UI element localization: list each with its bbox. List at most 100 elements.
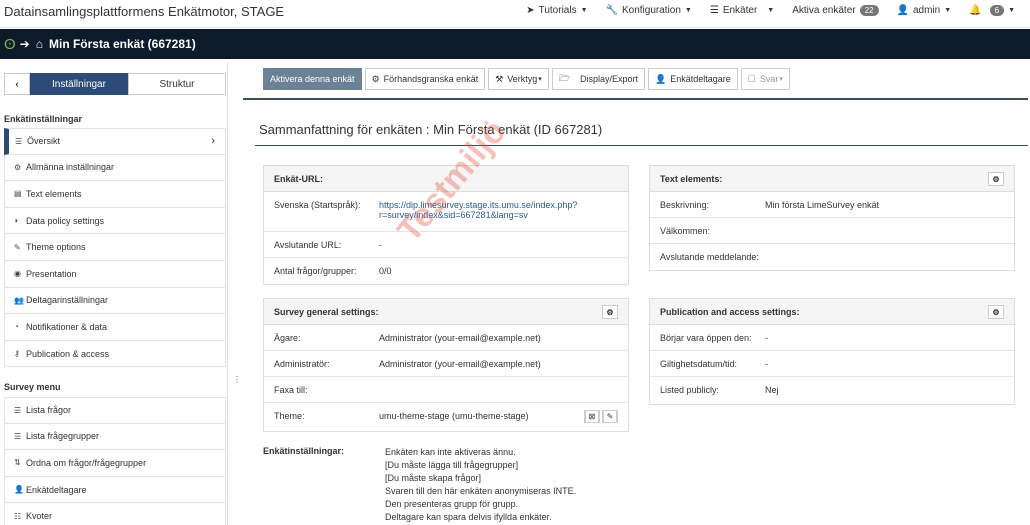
tools-dropdown-button[interactable]: ⚒ Verktyg ▾ xyxy=(488,68,549,90)
list-icon: ☰ xyxy=(709,5,719,16)
start-date-value: - xyxy=(765,332,768,343)
edit-text-elements-button[interactable]: ⚙ xyxy=(988,172,1004,186)
sidebar-item-presentation[interactable]: ◉ Presentation xyxy=(4,260,226,288)
theme-editor-button[interactable]: ✎ xyxy=(602,410,618,423)
tutorials-menu[interactable]: ➤ Tutorials ▼ xyxy=(517,5,596,16)
sidebar-item-label: Allmänna inställningar xyxy=(26,162,115,173)
sidebar-item-notifikationer[interactable]: ◔ Notifikationer & data xyxy=(4,314,226,341)
sidebar-item-oversikt[interactable]: ☰ Översikt › xyxy=(4,128,226,155)
list-icon: ☰ xyxy=(14,405,22,415)
summary-line: [Du måste skapa frågor] xyxy=(385,473,482,483)
admin-value: Administrator (your-email@example.net) xyxy=(379,358,541,369)
list-icon: ☰ xyxy=(14,431,22,441)
responses-icon: ☐ xyxy=(747,73,756,84)
caret-down-icon: ▾ xyxy=(538,76,542,83)
edit-publication-button[interactable]: ⚙ xyxy=(988,305,1004,319)
theme-row: Theme: umu-theme-stage (umu-theme-stage)… xyxy=(264,403,628,429)
konfiguration-menu[interactable]: 🔧 Konfiguration ▼ xyxy=(597,5,701,16)
description-label: Beskrivning: xyxy=(660,199,710,210)
chevron-left-icon: ‹ xyxy=(15,78,19,90)
listed-publicly-label: Listed publicly: xyxy=(660,385,720,395)
gears-icon: ⚙ xyxy=(14,162,22,172)
edit-general-settings-button[interactable]: ⚙ xyxy=(602,305,618,319)
sidebar-item-enkatdeltagare[interactable]: 👤 Enkätdeltagare xyxy=(4,476,226,504)
admin-menu[interactable]: 👤 admin ▼ xyxy=(888,5,961,16)
sidebar-item-kvoter[interactable]: ☷ Kvoter xyxy=(4,503,226,525)
panel-heading: Survey general settings: ⚙ xyxy=(264,299,628,325)
edit-icon: ⊠ xyxy=(585,410,599,423)
sidebar-item-lista-fragegrupper[interactable]: ☰ Lista frågegrupper xyxy=(4,423,226,451)
theme-options-button[interactable]: ⊠ xyxy=(584,410,600,423)
tools-label: Verktyg xyxy=(507,74,538,84)
eye-icon: ◉ xyxy=(14,269,21,279)
expiry-value: - xyxy=(765,358,768,369)
admin-row: Administratör: Administrator (your-email… xyxy=(264,351,628,377)
welcome-row: Välkommen: xyxy=(650,218,1014,244)
activate-survey-button[interactable]: Aktivera denna enkät xyxy=(263,68,362,90)
enkater-menu[interactable]: ☰ Enkäter ▼ xyxy=(701,5,783,16)
start-date-row: Börjar vara öppen den: - xyxy=(650,325,1014,351)
sidebar-item-publication[interactable]: ⚷ Publication & access xyxy=(4,340,226,368)
sidebar-item-allmanna[interactable]: ⚙ Allmänna inställningar xyxy=(4,154,226,182)
survey-title[interactable]: Min Första enkät (667281) xyxy=(49,37,196,51)
fax-row: Faxa till: xyxy=(264,377,628,403)
limesurvey-logo-icon[interactable]: ʘ xyxy=(4,36,16,53)
preview-label: Förhandsgranska enkät xyxy=(383,74,479,84)
home-icon[interactable]: ⌂ xyxy=(36,37,43,51)
cogs-icon: ⚙ xyxy=(992,174,1000,184)
caret-down-icon: ▼ xyxy=(580,7,588,14)
admin-label: admin xyxy=(912,5,941,16)
summary-line: [Du måste lägga till frågegrupper] xyxy=(385,460,519,470)
file-text-icon: ▤ xyxy=(14,189,22,199)
survey-settings-summary: Enkäten kan inte aktiveras ännu. [Du mås… xyxy=(385,446,576,524)
aktiva-count-badge: 22 xyxy=(859,5,879,16)
tab-settings[interactable]: Inställningar xyxy=(30,73,128,95)
user-icon: 👤 xyxy=(655,73,667,84)
sidebar-item-deltagare[interactable]: 👥 Deltagarinställningar xyxy=(4,287,226,315)
responses-dropdown-button[interactable]: ☐ Svar ▾ xyxy=(740,68,790,90)
summary-line: Svaren till den här enkäten anonymiseras… xyxy=(385,486,577,496)
sidebar-item-text-elements[interactable]: ▤ Text elements xyxy=(4,181,226,208)
notifications-menu[interactable]: 🔔 6 ▼ xyxy=(960,5,1024,16)
collapse-sidebar-button[interactable]: ‹ xyxy=(4,73,30,95)
aktiva-enkater-label: Aktiva enkäter xyxy=(792,5,856,16)
panel-heading-text: Publication and access settings: xyxy=(660,306,800,317)
aktiva-enkater-link[interactable]: Aktiva enkäter 22 xyxy=(783,5,887,16)
preview-survey-button[interactable]: ⚙ Förhandsgranska enkät xyxy=(364,68,486,90)
survey-toolbar: Aktivera denna enkät ⚙ Förhandsgranska e… xyxy=(263,68,790,90)
listed-publicly-value: Nej xyxy=(765,385,779,395)
welcome-label: Välkommen: xyxy=(660,225,711,236)
sidebar-item-label: Översikt xyxy=(27,136,61,147)
start-date-label: Börjar vara öppen den: xyxy=(660,332,752,343)
tab-structure[interactable]: Struktur xyxy=(128,73,226,95)
panel-heading-text: Text elements: xyxy=(660,173,723,184)
sidebar-item-ordna-om[interactable]: ⇅ Ordna om frågor/frågegrupper xyxy=(4,450,226,477)
sidebar-item-label: Ordna om frågor/frågegrupper xyxy=(26,457,147,468)
sidebar-resize-handle[interactable]: ⋮ xyxy=(233,375,241,384)
notifications-badge: 6 xyxy=(989,5,1005,16)
sidebar-item-theme-options[interactable]: ✎ Theme options xyxy=(4,234,226,261)
sidebar-item-label: Data policy settings xyxy=(26,215,105,226)
survey-settings-summary-label: Enkätinställningar: xyxy=(263,446,345,456)
display-export-button[interactable]: 🗁 Display/Export xyxy=(551,68,646,90)
listed-publicly-row: Listed publicly: Nej xyxy=(650,377,1014,403)
list-icon: ☰ xyxy=(15,136,23,146)
question-count-row: Antal frågor/grupper: 0/0 xyxy=(264,258,628,284)
chevron-right-icon: › xyxy=(211,135,215,148)
end-message-label: Avslutande meddelande: xyxy=(660,252,759,262)
sidebar-item-label: Text elements xyxy=(26,188,82,199)
sidebar-item-label: Publication & access xyxy=(26,348,110,359)
sidebar-item-lista-fragor[interactable]: ☰ Lista frågor xyxy=(4,397,226,424)
sidebar-item-data-policy[interactable]: ◗ Data policy settings xyxy=(4,207,226,235)
caret-down-icon: ▼ xyxy=(684,7,692,14)
brand-title[interactable]: Datainsamlingsplattformens Enkätmotor, S… xyxy=(4,4,284,19)
expiry-row: Giltighetsdatum/tid: - xyxy=(650,351,1014,377)
theme-actions: ⊠ ✎ xyxy=(584,410,618,423)
fax-label: Faxa till: xyxy=(274,384,308,395)
participants-button[interactable]: 👤 Enkätdeltagare xyxy=(648,68,738,90)
sort-icon: ⇅ xyxy=(14,458,21,468)
paint-brush-icon: ✎ xyxy=(603,410,617,423)
responses-label: Svar xyxy=(759,74,779,84)
sidebar-item-label: Theme options xyxy=(26,242,86,253)
question-count-label: Antal frågor/grupper: xyxy=(274,266,357,276)
